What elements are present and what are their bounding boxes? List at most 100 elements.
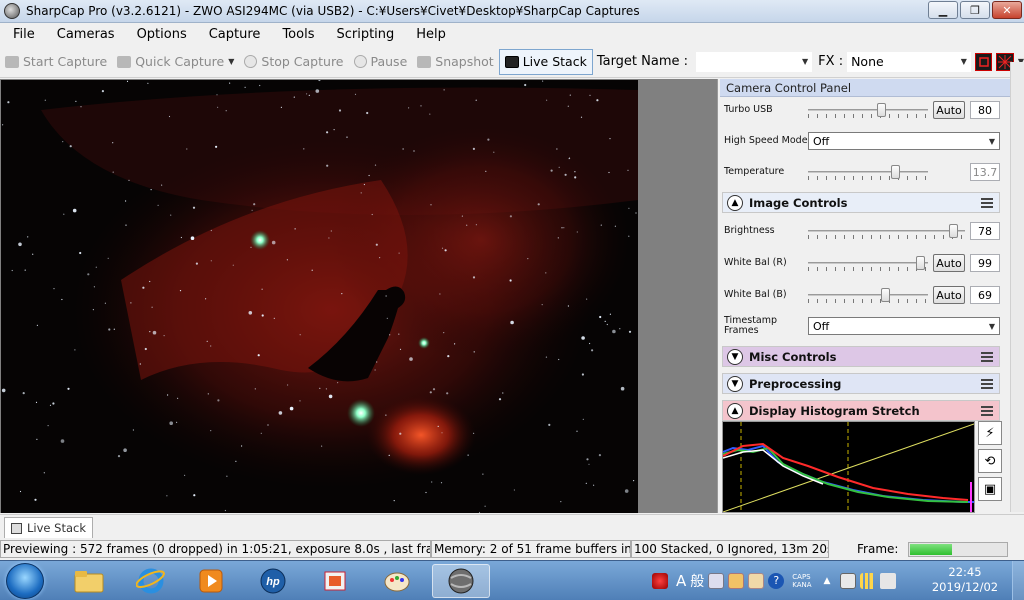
star bbox=[210, 430, 212, 432]
chevron-down-icon[interactable]: ▼ bbox=[727, 348, 743, 365]
menu-help[interactable]: Help bbox=[403, 27, 455, 42]
star bbox=[36, 324, 39, 326]
start-capture-button[interactable]: Start Capture bbox=[0, 49, 112, 75]
menu-icon[interactable] bbox=[981, 351, 993, 362]
star bbox=[574, 171, 576, 173]
slider-thumb[interactable] bbox=[916, 256, 925, 270]
chevron-up-icon[interactable]: ▲ bbox=[727, 194, 743, 211]
slider-thumb bbox=[891, 165, 900, 179]
turbo-usb-auto-button[interactable]: Auto bbox=[933, 101, 965, 119]
stop-capture-button[interactable]: Stop Capture bbox=[239, 49, 348, 75]
white-bal-r-slider[interactable] bbox=[808, 255, 928, 271]
star bbox=[541, 304, 543, 306]
star bbox=[69, 145, 72, 148]
white-bal-r-auto-button[interactable]: Auto bbox=[933, 254, 965, 272]
image-controls-header[interactable]: ▲ Image Controls bbox=[722, 192, 1000, 213]
reticle-icon[interactable] bbox=[974, 52, 993, 71]
slider-thumb[interactable] bbox=[881, 288, 890, 302]
window-vertical-scrollbar[interactable] bbox=[1010, 62, 1024, 512]
usb-device-icon[interactable] bbox=[840, 573, 857, 589]
image-viewer[interactable] bbox=[0, 79, 718, 513]
white-bal-b-auto-button[interactable]: Auto bbox=[933, 286, 965, 304]
paint-taskbar-icon[interactable] bbox=[372, 564, 422, 598]
brightness-slider[interactable] bbox=[808, 223, 965, 239]
menu-file[interactable]: File bbox=[0, 27, 44, 42]
misc-controls-header[interactable]: ▼ Misc Controls bbox=[722, 346, 1000, 367]
star bbox=[299, 334, 301, 336]
start-button[interactable] bbox=[6, 563, 44, 599]
target-name-combo[interactable]: ▼ bbox=[696, 51, 813, 72]
volume-icon[interactable] bbox=[880, 573, 897, 589]
high-speed-mode-select[interactable]: Off ▼ bbox=[808, 132, 1000, 150]
menu-icon[interactable] bbox=[981, 405, 993, 416]
white-bal-b-value[interactable]: 69 bbox=[970, 286, 1000, 304]
histogram-stretch-header[interactable]: ▲ Display Histogram Stretch bbox=[722, 400, 1000, 421]
reset-icon[interactable]: ⟲ bbox=[978, 449, 1002, 473]
white-bal-b-slider[interactable] bbox=[808, 287, 928, 303]
live-stack-tab-icon bbox=[11, 522, 22, 534]
star bbox=[502, 392, 504, 394]
tab-live-stack[interactable]: Live Stack bbox=[4, 517, 93, 538]
slider-thumb[interactable] bbox=[949, 224, 958, 238]
minimize-button[interactable]: ▁ bbox=[928, 1, 958, 19]
lightning-icon[interactable]: ⚡ bbox=[978, 421, 1002, 445]
sharpcap-taskbar-icon[interactable] bbox=[432, 564, 490, 598]
live-stack-button[interactable]: Live Stack bbox=[498, 48, 593, 75]
star bbox=[399, 432, 402, 435]
snapshot-button[interactable]: Snapshot bbox=[412, 49, 498, 75]
menu-icon[interactable] bbox=[981, 197, 993, 208]
media-player-taskbar-icon[interactable] bbox=[186, 564, 236, 598]
histogram-display[interactable] bbox=[722, 421, 975, 513]
ime-mode-indicator[interactable]: 般 bbox=[690, 571, 704, 591]
turbo-usb-slider[interactable] bbox=[808, 102, 928, 118]
show-hidden-icons-icon[interactable]: ▲ bbox=[824, 576, 831, 586]
star bbox=[261, 288, 263, 290]
menu-tools[interactable]: Tools bbox=[269, 27, 323, 42]
network-icon[interactable] bbox=[860, 573, 877, 589]
paint-app-taskbar-icon[interactable] bbox=[310, 564, 360, 598]
show-desktop-button[interactable] bbox=[1012, 561, 1024, 600]
preprocessing-header[interactable]: ▼ Preprocessing bbox=[722, 373, 1000, 394]
ime-pad-icon[interactable] bbox=[708, 573, 725, 589]
ime-tools-icon[interactable] bbox=[728, 573, 745, 589]
save-icon[interactable]: ▣ bbox=[978, 477, 1002, 501]
chevron-down-icon[interactable]: ▼ bbox=[802, 57, 808, 66]
menu-capture[interactable]: Capture bbox=[196, 27, 270, 42]
star bbox=[169, 421, 173, 426]
star bbox=[210, 345, 212, 347]
brightness-value[interactable]: 78 bbox=[970, 222, 1000, 240]
star bbox=[113, 328, 115, 330]
pause-button[interactable]: Pause bbox=[349, 49, 413, 75]
ime-a-indicator[interactable]: A bbox=[676, 572, 686, 590]
menu-scripting[interactable]: Scripting bbox=[323, 27, 403, 42]
timestamp-frames-select[interactable]: Off ▼ bbox=[808, 317, 1000, 335]
quick-capture-button[interactable]: Quick Capture ▼ bbox=[112, 49, 239, 75]
taskbar-clock[interactable]: 22:45 2019/12/02 bbox=[930, 565, 1000, 595]
chevron-down-icon[interactable]: ▼ bbox=[727, 375, 743, 392]
menu-options[interactable]: Options bbox=[124, 27, 196, 42]
white-bal-r-value[interactable]: 99 bbox=[970, 254, 1000, 272]
star bbox=[425, 491, 427, 494]
fx-combo[interactable]: None ▼ bbox=[847, 51, 971, 72]
chevron-up-icon[interactable]: ▲ bbox=[727, 402, 743, 419]
menu-icon[interactable] bbox=[981, 378, 993, 389]
chevron-down-icon[interactable]: ▼ bbox=[228, 57, 234, 66]
alert-icon[interactable] bbox=[652, 573, 668, 589]
dictionary-icon[interactable] bbox=[748, 573, 765, 589]
internet-explorer-taskbar-icon[interactable] bbox=[126, 564, 176, 598]
explorer-taskbar-icon[interactable] bbox=[64, 564, 114, 598]
help-icon[interactable]: ? bbox=[768, 573, 785, 589]
sharpcap-app-icon[interactable] bbox=[4, 3, 20, 19]
maximize-button[interactable]: ❐ bbox=[960, 1, 990, 19]
star bbox=[374, 369, 376, 371]
hp-taskbar-icon[interactable]: hp bbox=[248, 564, 298, 598]
menu-cameras[interactable]: Cameras bbox=[44, 27, 124, 42]
star bbox=[429, 391, 432, 394]
slider-thumb[interactable] bbox=[877, 103, 886, 117]
star bbox=[627, 169, 629, 171]
chevron-down-icon[interactable]: ▼ bbox=[961, 57, 967, 66]
toolbar: Start Capture Quick Capture ▼ Stop Captu… bbox=[0, 46, 1024, 78]
close-button[interactable]: ✕ bbox=[992, 1, 1022, 19]
star bbox=[360, 192, 362, 194]
turbo-usb-value[interactable]: 80 bbox=[970, 101, 1000, 119]
